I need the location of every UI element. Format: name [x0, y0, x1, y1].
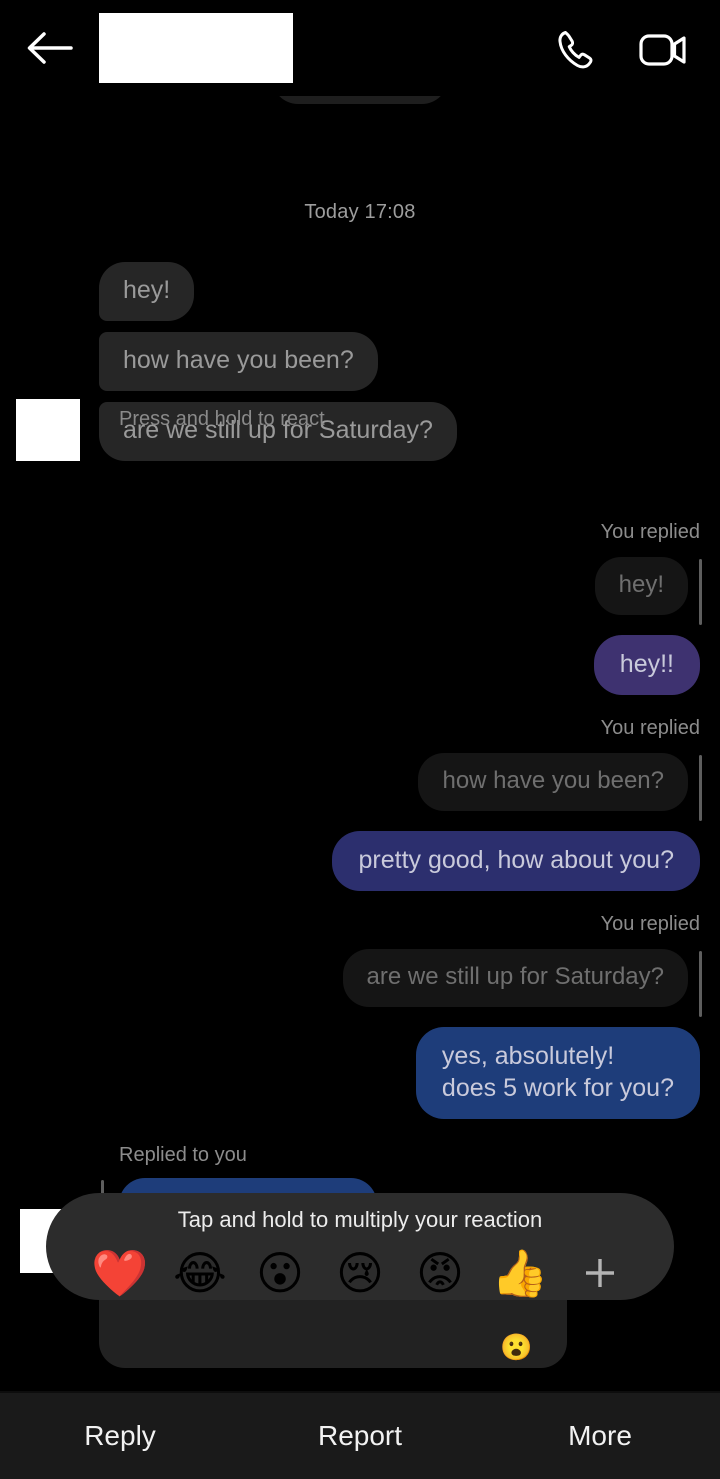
- you-replied-label: You replied: [600, 521, 700, 543]
- chat-screen: Today 17:08 hey! how have you been? are …: [0, 0, 720, 1479]
- quoted-message-bubble[interactable]: hey!: [594, 557, 688, 615]
- reaction-picker-title: Tap and hold to multiply your reaction: [177, 1207, 543, 1232]
- thumbs-up-reaction-icon[interactable]: 👍: [480, 1248, 560, 1298]
- contact-name-redacted[interactable]: [99, 13, 293, 83]
- incoming-message-bubble[interactable]: how have you been?: [99, 332, 378, 392]
- heart-reaction-icon[interactable]: ❤️: [80, 1248, 160, 1298]
- quote-indicator-bar: [699, 755, 702, 821]
- report-button[interactable]: Report: [240, 1420, 480, 1452]
- message-action-bar: Reply Report More: [0, 1393, 720, 1479]
- day-timestamp: Today 17:08: [304, 201, 416, 223]
- phone-call-icon[interactable]: [552, 26, 600, 74]
- you-replied-label: You replied: [600, 717, 700, 739]
- quote-indicator-bar: [699, 951, 702, 1017]
- reply-button[interactable]: Reply: [0, 1420, 240, 1452]
- surprised-reaction-icon[interactable]: 😮: [240, 1248, 320, 1298]
- quoted-message-bubble[interactable]: how have you been?: [418, 753, 688, 811]
- replied-to-you-label: Replied to you: [119, 1144, 247, 1166]
- quote-indicator-bar: [699, 559, 702, 625]
- more-button[interactable]: More: [480, 1420, 720, 1452]
- outgoing-message-bubble[interactable]: pretty good, how about you?: [332, 831, 700, 891]
- scrolled-message-bubble-partial: [272, 96, 448, 104]
- outgoing-message-bubble[interactable]: hey!!: [593, 635, 700, 695]
- press-and-hold-hint: Press and hold to react: [119, 408, 325, 430]
- action-bar-divider: [0, 1391, 720, 1393]
- angry-reaction-icon[interactable]: 😡: [400, 1248, 480, 1298]
- you-replied-label: You replied: [600, 913, 700, 935]
- outgoing-message-bubble[interactable]: yes, absolutely! does 5 work for you?: [415, 1027, 700, 1119]
- sad-reaction-icon[interactable]: 😢: [320, 1248, 400, 1298]
- add-reaction-icon[interactable]: [560, 1251, 640, 1295]
- message-list[interactable]: Today 17:08 hey! how have you been? are …: [0, 96, 720, 1383]
- quoted-message-bubble[interactable]: are we still up for Saturday?: [342, 949, 688, 1007]
- avatar: [16, 399, 80, 461]
- reaction-picker-row: ❤️ 😂 😮 😢 😡 👍: [46, 1245, 674, 1301]
- back-arrow-icon[interactable]: [24, 26, 76, 70]
- reaction-picker: Tap and hold to multiply your reaction ❤…: [46, 1193, 674, 1300]
- video-call-icon[interactable]: [638, 28, 690, 72]
- chat-header: [0, 0, 720, 96]
- message-reaction-badge[interactable]: 😮: [500, 1334, 532, 1360]
- incoming-message-bubble[interactable]: hey!: [99, 262, 195, 322]
- laughing-reaction-icon[interactable]: 😂: [160, 1248, 240, 1298]
